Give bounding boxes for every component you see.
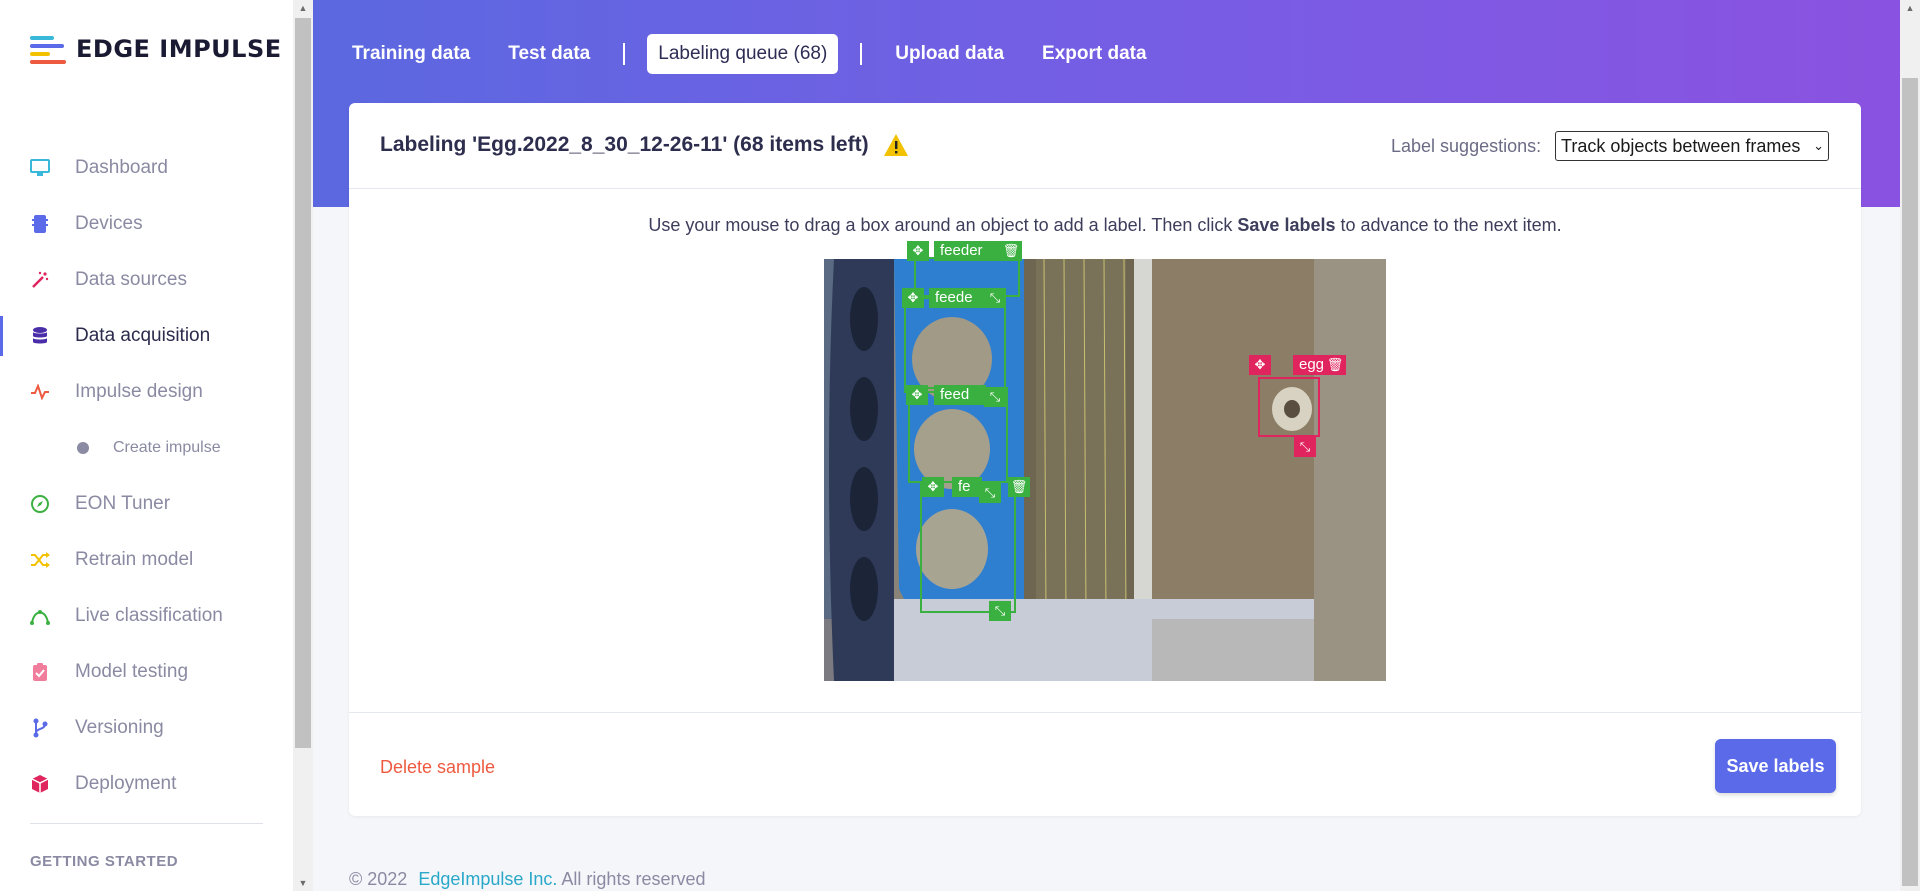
sidebar-item-data-acquisition[interactable]: Data acquisition [0,308,293,364]
chip-icon [30,214,50,234]
sidebar-item-label: Create impulse [113,439,221,456]
sidebar-item-dashboard[interactable]: Dashboard [0,140,293,196]
labeling-canvas[interactable]: ✥ feeder 🗑 ✥ feede ⤡ ✥ feed ⤡ ✥ fe ⤡ 🗑 ⤡… [824,241,1386,681]
tab-export-data[interactable]: Export data [1031,34,1158,74]
sidebar-divider [30,823,263,824]
label-suggestions-select[interactable]: Track objects between frames ⌄ [1555,131,1829,161]
sidebar-item-label: Versioning [75,717,164,738]
delete-sample-link[interactable]: Delete sample [380,757,495,778]
company-link[interactable]: EdgeImpulse Inc. [418,869,557,889]
tab-test-data[interactable]: Test data [497,34,601,74]
sidebar-item-create-impulse[interactable]: Create impulse [0,420,293,476]
sidebar-item-versioning[interactable]: Versioning [0,700,293,756]
section-heading: GETTING STARTED [30,853,179,870]
bounding-box-label[interactable]: feed [934,385,986,405]
page-footer: © 2022 EdgeImpulse Inc. All rights reser… [349,869,705,890]
move-icon[interactable]: ✥ [906,385,928,405]
page-scrollbar[interactable]: ▲ [1900,0,1920,891]
brand-name: EDGE IMPULSE [76,35,282,63]
sidebar-item-model-testing[interactable]: Model testing [0,644,293,700]
shuffle-icon [30,550,50,570]
compass-icon [30,494,50,514]
sidebar-item-data-sources[interactable]: Data sources [0,252,293,308]
page-title: Labeling 'Egg.2022_8_30_12-26-11' (68 it… [380,133,869,156]
scroll-up-icon[interactable]: ▲ [1900,0,1920,16]
card-footer: Delete sample Save labels [349,712,1861,816]
sidebar-item-retrain-model[interactable]: Retrain model [0,532,293,588]
sidebar-item-label: Impulse design [75,381,203,402]
monitor-icon [30,158,50,178]
warning-icon[interactable] [883,133,909,157]
copyright: © 2022 [349,869,408,889]
tab-divider [623,43,626,65]
resize-icon[interactable]: ⤡ [984,288,1006,308]
sidebar-item-label: Data acquisition [75,325,211,346]
bounding-box-feeder[interactable] [920,481,1016,613]
main-content: Training data Test data Labeling queue (… [313,0,1900,891]
move-icon[interactable]: ✥ [922,477,944,497]
trash-icon[interactable]: 🗑 [1000,241,1022,261]
tab-upload-data[interactable]: Upload data [884,34,1015,74]
trash-icon[interactable]: 🗑 [1008,477,1030,497]
sidebar-item-label: Devices [75,213,143,234]
sidebar-item-live-classification[interactable]: Live classification [0,588,293,644]
sidebar-item-label: Data sources [75,269,187,290]
instructions-emphasis: Save labels [1237,215,1336,235]
instructions-text-end: to advance to the next item. [1335,215,1562,235]
label-suggestions-value: Track objects between frames [1561,136,1801,156]
sidebar-item-label: Deployment [75,773,177,794]
sidebar-item-impulse-design[interactable]: Impulse design [0,364,293,420]
bounding-box-egg[interactable] [1258,377,1320,437]
scroll-up-icon[interactable]: ▲ [293,0,313,16]
bounding-box-label[interactable]: fe [952,477,982,497]
database-icon [30,326,50,346]
sidebar-scrollbar[interactable]: ▲ ▼ [293,0,313,891]
instructions-text: Use your mouse to drag a box around an o… [648,215,1238,235]
card-header: Labeling 'Egg.2022_8_30_12-26-11' (68 it… [349,103,1861,189]
sidebar-item-label: Dashboard [75,157,168,178]
resize-icon[interactable]: ⤡ [979,483,1001,503]
pulse-icon [30,382,50,402]
chevron-down-icon: ⌄ [1813,138,1824,153]
tab-labeling-queue[interactable]: Labeling queue (68) [647,34,839,74]
sidebar-item-label: Retrain model [75,549,194,570]
sidebar-item-eon-tuner[interactable]: EON Tuner [0,476,293,532]
tab-training-data[interactable]: Training data [341,34,481,74]
sidebar-item-label: Model testing [75,661,189,682]
scroll-down-icon[interactable]: ▼ [293,875,313,891]
trash-icon[interactable]: 🗑 [1324,355,1346,375]
edge-impulse-logo-icon [30,35,68,64]
sidebar-scrollbar-thumb[interactable] [295,18,311,748]
sidebar-item-label: EON Tuner [75,493,171,514]
sidebar-nav: Dashboard Devices Data sources Data acqu… [0,140,293,812]
dot-icon [77,442,89,454]
resize-icon[interactable]: ⤡ [1294,437,1316,457]
resize-icon[interactable]: ⤡ [984,387,1006,407]
sidebar: EDGE IMPULSE Dashboard Devices Data sour… [0,0,293,891]
box-icon [30,774,50,794]
sidebar-item-label: Live classification [75,605,223,626]
move-icon[interactable]: ✥ [1249,355,1271,375]
clipboard-icon [30,662,50,682]
resize-icon[interactable]: ⤡ [989,601,1011,621]
sidebar-item-devices[interactable]: Devices [0,196,293,252]
page-scrollbar-thumb[interactable] [1902,78,1918,886]
labeling-card: Labeling 'Egg.2022_8_30_12-26-11' (68 it… [349,103,1861,816]
bounding-box-label[interactable]: feede [929,288,989,308]
save-labels-button[interactable]: Save labels [1715,739,1836,793]
wand-icon [30,270,50,290]
logo[interactable]: EDGE IMPULSE [30,35,282,64]
rights-text: All rights reserved [561,869,706,889]
curve-icon [30,606,50,626]
instructions: Use your mouse to drag a box around an o… [349,215,1861,236]
label-suggestions-label: Label suggestions: [1391,136,1542,156]
move-icon[interactable]: ✥ [907,241,929,261]
tab-divider [860,43,863,65]
move-icon[interactable]: ✥ [902,288,924,308]
branch-icon [30,718,50,738]
data-tabs: Training data Test data Labeling queue (… [341,34,1174,74]
bounding-box-feeder[interactable] [904,297,1006,393]
sidebar-item-deployment[interactable]: Deployment [0,756,293,812]
